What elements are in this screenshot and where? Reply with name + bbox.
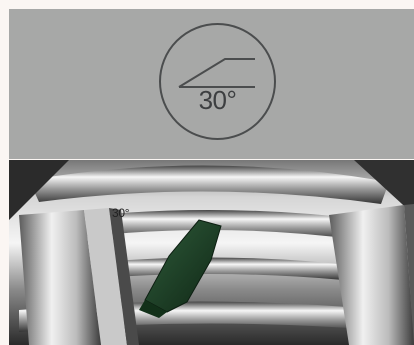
angle-label-overlay: 30° [112,206,130,220]
angle-info-panel: 30° [9,9,414,159]
metal-scraper-photo [9,160,414,345]
angle-value: 30° [198,85,237,115]
angle-indicator-circle: 30° [159,23,276,140]
product-photo [9,160,414,345]
